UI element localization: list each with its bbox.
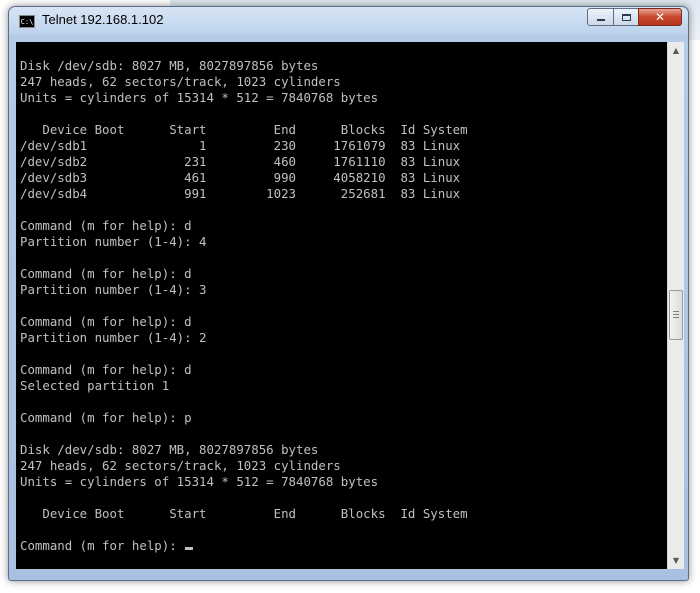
close-icon: ✕ bbox=[654, 10, 666, 24]
console-line: Command (m for help): d bbox=[20, 362, 192, 377]
console-line: /dev/sdb4 991 1023 252681 83 Linux bbox=[20, 186, 461, 201]
console-text: Disk /dev/sdb: 8027 MB, 8027897856 bytes… bbox=[16, 42, 667, 554]
console-line: /dev/sdb2 231 460 1761110 83 Linux bbox=[20, 154, 461, 169]
title-bar[interactable]: C:\ Telnet 192.168.1.102 ✕ bbox=[9, 7, 688, 35]
caption-buttons: ✕ bbox=[587, 8, 682, 26]
console-line: /dev/sdb1 1 230 1761079 83 Linux bbox=[20, 138, 461, 153]
console-line: Command (m for help): p bbox=[20, 410, 192, 425]
telnet-window: C:\ Telnet 192.168.1.102 ✕ Disk /dev/sdb… bbox=[8, 6, 689, 581]
vertical-scrollbar[interactable]: ▲ ▼ bbox=[667, 42, 684, 569]
text-cursor bbox=[185, 547, 194, 550]
console-line: Partition number (1-4): 2 bbox=[20, 330, 207, 345]
console-line: Device Boot Start End Blocks Id System bbox=[20, 506, 468, 521]
scroll-up-arrow-icon[interactable]: ▲ bbox=[668, 42, 684, 59]
scrollbar-thumb[interactable] bbox=[669, 290, 683, 340]
console-line: Command (m for help): d bbox=[20, 266, 192, 281]
console-line: Disk /dev/sdb: 8027 MB, 8027897856 bytes bbox=[20, 58, 319, 73]
console-line: Command (m for help): d bbox=[20, 314, 192, 329]
console-line: Units = cylinders of 15314 * 512 = 78407… bbox=[20, 90, 379, 105]
minimize-button[interactable] bbox=[587, 8, 614, 26]
console-line: Partition number (1-4): 3 bbox=[20, 282, 207, 297]
console-line: Selected partition 1 bbox=[20, 378, 170, 393]
scroll-down-arrow-icon[interactable]: ▼ bbox=[668, 552, 684, 569]
window-title: Telnet 192.168.1.102 bbox=[42, 12, 164, 27]
console-output[interactable]: Disk /dev/sdb: 8027 MB, 8027897856 bytes… bbox=[16, 42, 667, 569]
console-line: 247 heads, 62 sectors/track, 1023 cylind… bbox=[20, 458, 341, 473]
console-prompt: Command (m for help): bbox=[20, 538, 185, 553]
maximize-button[interactable] bbox=[613, 8, 639, 26]
console-line: Units = cylinders of 15314 * 512 = 78407… bbox=[20, 474, 379, 489]
grip-line bbox=[673, 317, 679, 318]
minimize-icon bbox=[596, 19, 605, 21]
console-app-icon: C:\ bbox=[19, 15, 35, 28]
console-line: 247 heads, 62 sectors/track, 1023 cylind… bbox=[20, 74, 341, 89]
console-line: Command (m for help): d bbox=[20, 218, 192, 233]
close-button[interactable]: ✕ bbox=[638, 8, 682, 26]
console-line: /dev/sdb3 461 990 4058210 83 Linux bbox=[20, 170, 461, 185]
grip-line bbox=[673, 314, 679, 315]
console-line: Disk /dev/sdb: 8027 MB, 8027897856 bytes bbox=[20, 442, 319, 457]
console-line: Device Boot Start End Blocks Id System bbox=[20, 122, 468, 137]
console-line: Partition number (1-4): 4 bbox=[20, 234, 207, 249]
grip-line bbox=[673, 311, 679, 312]
maximize-icon bbox=[621, 13, 631, 21]
